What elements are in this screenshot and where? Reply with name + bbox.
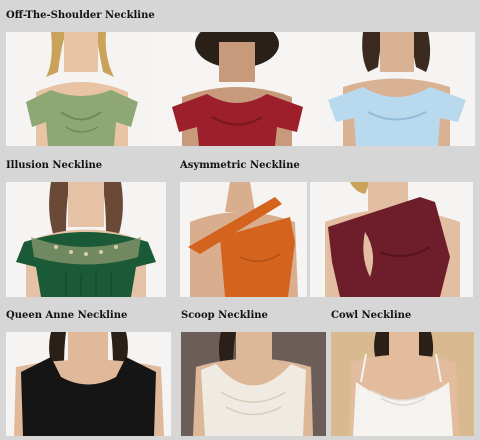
photo-off-shoulder-lightblue bbox=[318, 32, 475, 146]
photo-cowl-white bbox=[331, 332, 474, 436]
label-asymmetric: Asymmetric Neckline bbox=[180, 160, 300, 171]
label-scoop: Scoop Neckline bbox=[181, 310, 268, 321]
photo-scoop-ivory bbox=[181, 332, 326, 436]
label-off-the-shoulder: Off-The-Shoulder Neckline bbox=[6, 10, 155, 21]
label-cowl: Cowl Neckline bbox=[331, 310, 412, 321]
label-illusion: Illusion Neckline bbox=[6, 160, 103, 171]
label-queen-anne: Queen Anne Neckline bbox=[6, 310, 128, 321]
photo-queen-anne-black bbox=[6, 332, 171, 436]
photo-asymmetric-burgundy bbox=[310, 182, 473, 297]
photo-asymmetric-orange bbox=[180, 182, 307, 297]
photo-off-shoulder-green bbox=[6, 32, 157, 146]
photo-off-shoulder-burgundy bbox=[157, 32, 318, 146]
photo-illusion-green bbox=[6, 182, 166, 297]
